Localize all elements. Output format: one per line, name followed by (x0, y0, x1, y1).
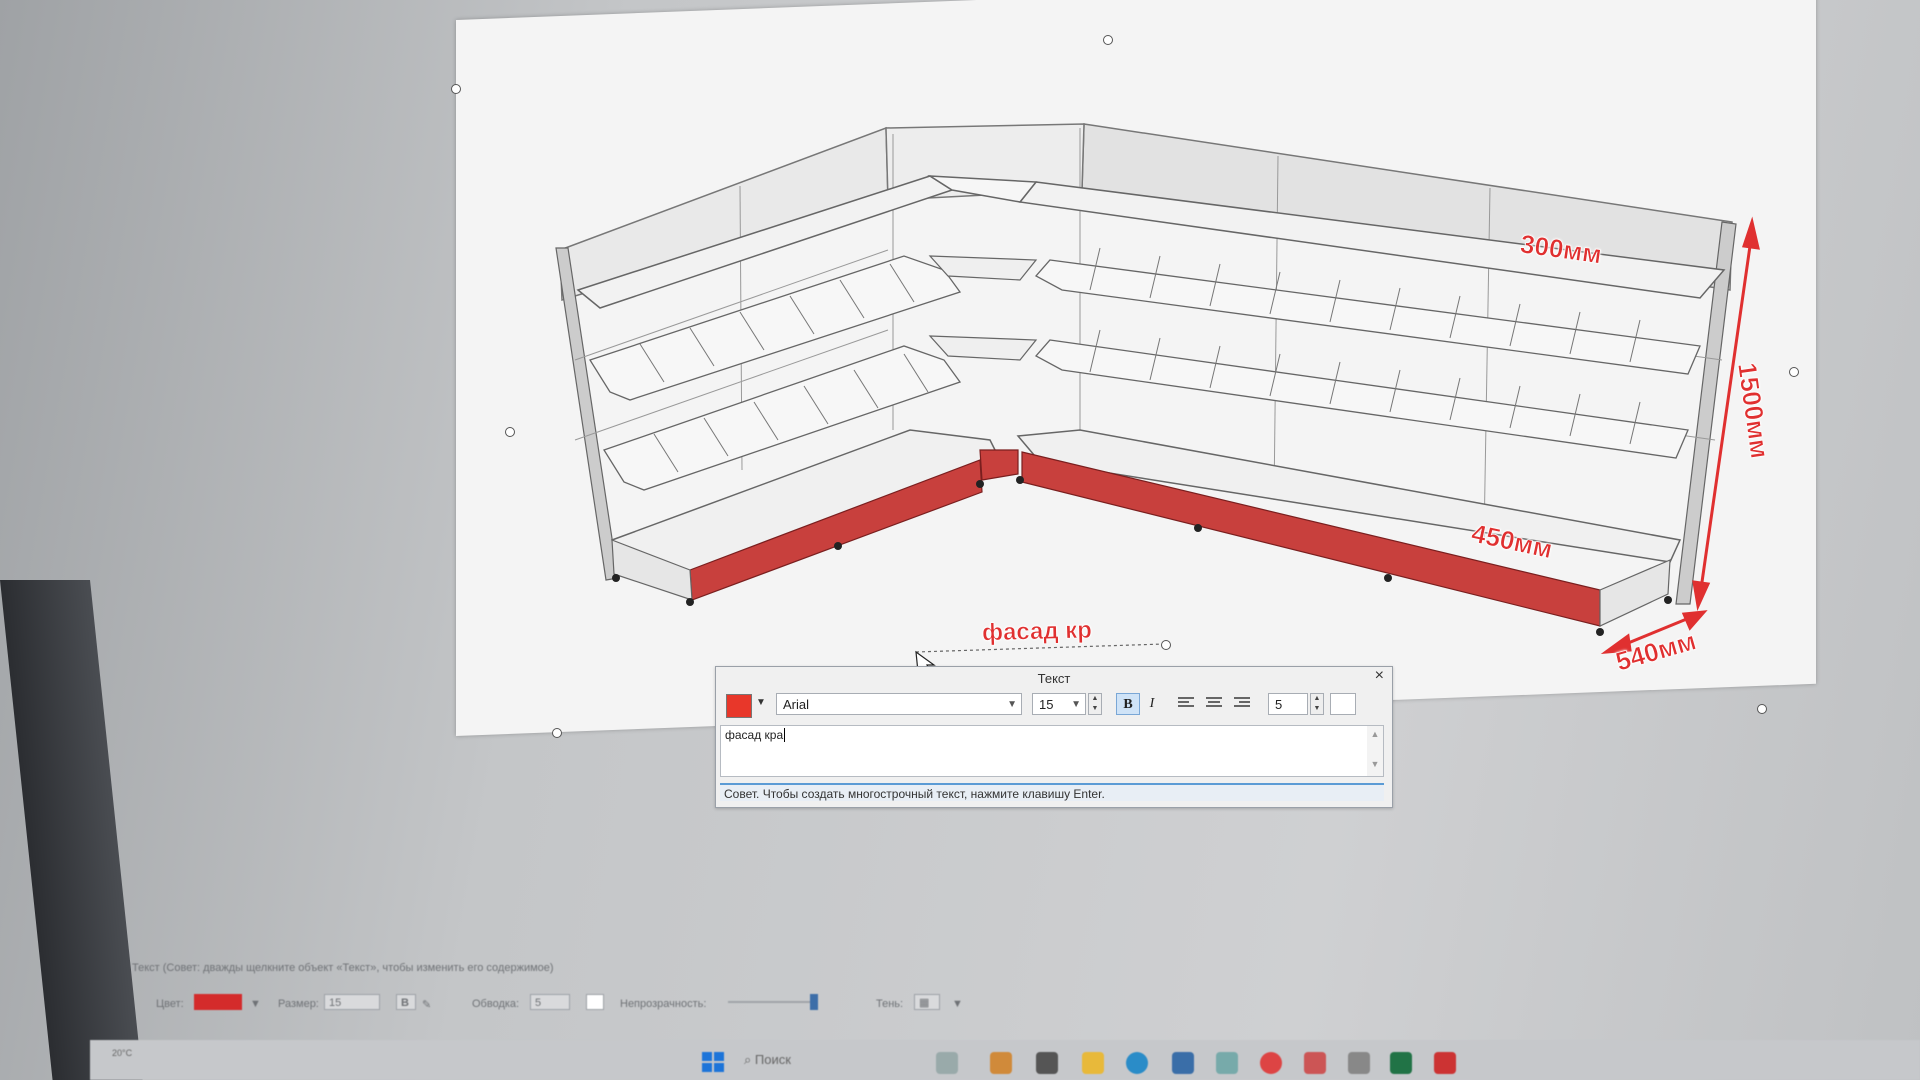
task-view-icon[interactable] (1036, 1052, 1058, 1074)
text-edit-dialog: Текст × ▼ Arial ▼ 15 ▼ ▲ ▼ B I 5 ▲ ▼ фасад… (715, 666, 1393, 808)
opacity-slider-knob[interactable] (810, 994, 818, 1010)
vertical-scrollbar[interactable]: ▲ ▼ (1367, 726, 1383, 776)
font-size-stepper[interactable]: ▲ ▼ (1088, 693, 1102, 715)
text-content-value: фасад кра (725, 728, 784, 742)
store-icon[interactable] (1172, 1052, 1194, 1074)
canvas-text-object[interactable]: фасад кр (981, 616, 1092, 648)
excel-icon[interactable] (1390, 1052, 1412, 1074)
font-select-value: Arial (783, 697, 810, 712)
shadow-button[interactable]: ▦ (914, 994, 940, 1010)
font-size-value: 15 (1039, 697, 1054, 712)
base-fascia-corner (979, 449, 1019, 481)
weather-widget[interactable]: 20°C (112, 1048, 132, 1059)
dialog-hint: Совет. Чтобы создать многострочный текст… (720, 783, 1384, 801)
shelving-drawing (555, 123, 1760, 677)
outline-color-box[interactable] (1330, 693, 1356, 715)
text-caret (784, 728, 786, 742)
color-swatch[interactable] (194, 994, 242, 1010)
right-basket-rows (1034, 259, 1701, 459)
align-center-icon[interactable] (1206, 697, 1222, 711)
chevron-down-icon: ▼ (1071, 699, 1081, 710)
property-bar: Текст (Совет: дважды щелкните объект «Те… (110, 952, 1920, 1016)
corner-shelves (928, 255, 1038, 361)
bike-app-icon[interactable] (936, 1052, 958, 1074)
chevron-down-icon: ▼ (1007, 699, 1017, 710)
widgets-icon[interactable] (990, 1052, 1012, 1074)
resize-handle[interactable] (1103, 35, 1113, 45)
opacity-label: Непрозрачность: (620, 998, 707, 1010)
shadow-label: Тень: (876, 998, 904, 1010)
align-left-icon[interactable] (1178, 697, 1194, 711)
windows-start-icon[interactable] (702, 1052, 724, 1072)
font-size-select[interactable]: 15 ▼ (1032, 693, 1086, 715)
font-select[interactable]: Arial ▼ (776, 693, 1022, 715)
resize-handle[interactable] (552, 728, 562, 738)
color-label: Цвет: (156, 998, 184, 1010)
close-icon[interactable]: × (1375, 667, 1384, 685)
resize-handle[interactable] (451, 84, 461, 94)
text-handle[interactable] (1161, 640, 1171, 650)
chrome-icon[interactable] (1260, 1052, 1282, 1074)
base-end-right (1599, 559, 1671, 627)
resize-handle[interactable] (505, 427, 515, 437)
bold-toggle[interactable]: B (396, 994, 416, 1010)
app-icon[interactable] (1304, 1052, 1326, 1074)
app-icon[interactable] (1348, 1052, 1370, 1074)
text-content-input[interactable]: фасад кра ▲ ▼ (720, 725, 1384, 777)
outline-input[interactable]: 5 (530, 994, 570, 1010)
pen-icon[interactable]: ✎ (422, 998, 431, 1011)
outline-width-value: 5 (1275, 697, 1283, 712)
file-explorer-icon[interactable] (1082, 1052, 1104, 1074)
search-placeholder: Поиск (754, 1052, 791, 1067)
align-right-icon[interactable] (1234, 697, 1250, 711)
chevron-down-icon[interactable]: ▼ (250, 998, 261, 1010)
outline-color-box[interactable] (586, 994, 604, 1010)
edge-browser-icon[interactable] (1126, 1052, 1148, 1074)
text-color-swatch[interactable] (726, 694, 752, 718)
italic-button[interactable]: I (1140, 693, 1164, 715)
outline-width-stepper[interactable]: ▲ ▼ (1310, 693, 1324, 715)
chevron-down-icon[interactable]: ▼ (952, 998, 963, 1010)
taskbar-search[interactable]: ⌕ Поиск (744, 1052, 791, 1068)
chevron-down-icon[interactable]: ▼ (756, 697, 766, 708)
size-label: Размер: (278, 998, 319, 1010)
resize-handle[interactable] (1789, 367, 1799, 377)
app-icon[interactable] (1216, 1052, 1238, 1074)
text-toolbar: ▼ Arial ▼ 15 ▼ ▲ ▼ B I 5 ▲ ▼ (720, 691, 1388, 719)
outline-width-input[interactable]: 5 (1268, 693, 1308, 715)
bold-button[interactable]: B (1116, 693, 1140, 715)
outline-label: Обводка: (472, 998, 520, 1010)
property-hint: Текст (Совет: дважды щелкните объект «Те… (132, 962, 554, 974)
taskbar: 20°C ⌕ Поиск (90, 1040, 1920, 1080)
opacity-slider[interactable] (728, 1001, 810, 1003)
resize-handle[interactable] (1757, 704, 1767, 714)
dialog-title: Текст (1037, 671, 1071, 686)
app-icon[interactable] (1434, 1052, 1456, 1074)
size-input[interactable]: 15 (324, 994, 380, 1010)
